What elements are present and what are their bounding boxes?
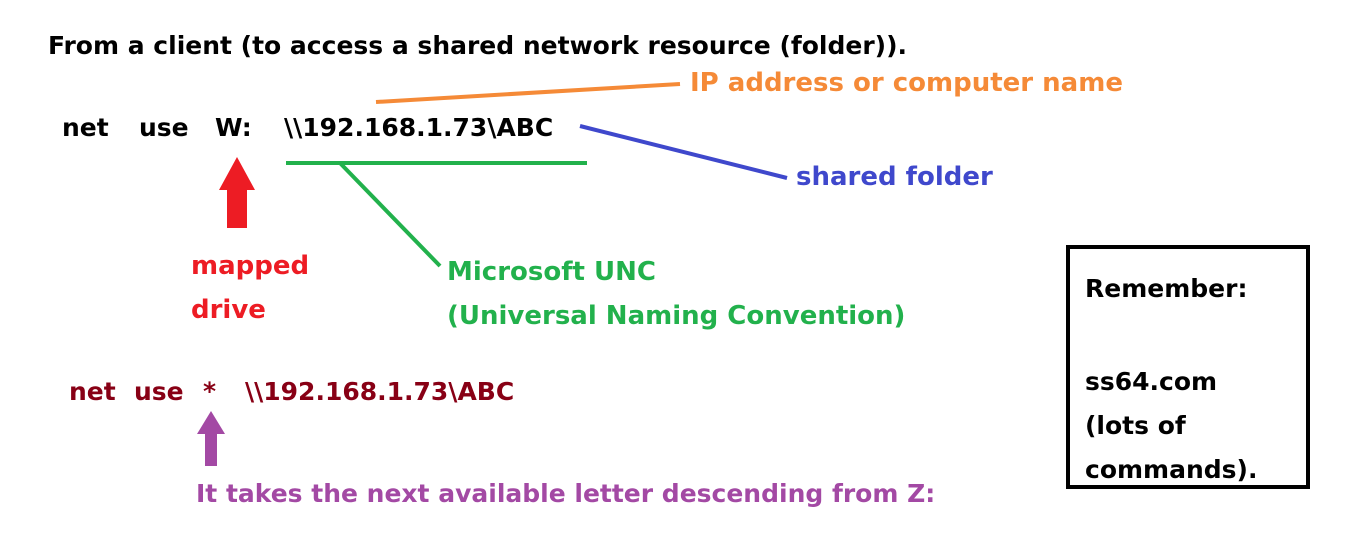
ip-pointer-line [375, 82, 681, 104]
star-arrow-icon [197, 411, 225, 466]
annotation-overlay [197, 82, 788, 466]
mapped-drive-arrow-icon [219, 157, 255, 228]
unc-pointer-line [338, 161, 442, 268]
shared-folder-pointer-line [579, 124, 788, 180]
